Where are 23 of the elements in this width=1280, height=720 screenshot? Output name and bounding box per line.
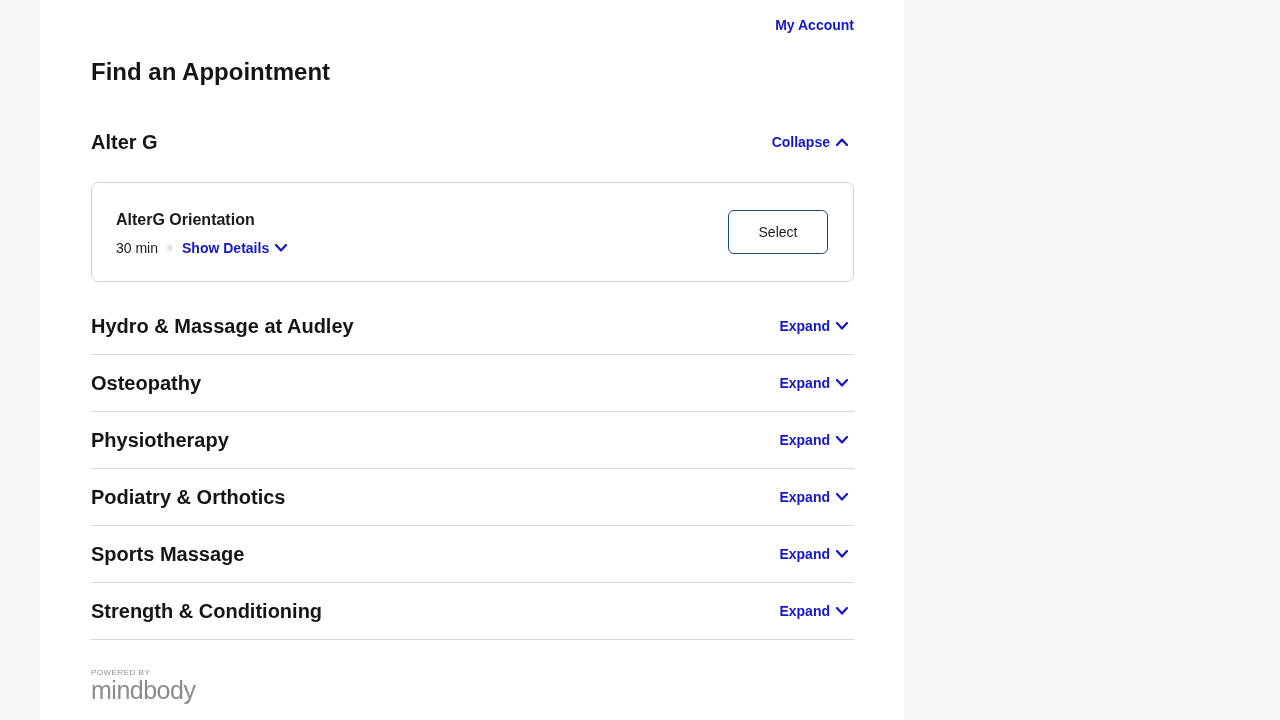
category-heading: Podiatry & Orthotics bbox=[91, 485, 286, 510]
chevron-down-icon bbox=[275, 243, 288, 252]
expand-button[interactable]: Expand bbox=[779, 373, 848, 393]
expand-button[interactable]: Expand bbox=[779, 544, 848, 564]
select-button[interactable]: Select bbox=[728, 210, 828, 254]
category-heading: Hydro & Massage at Audley bbox=[91, 314, 354, 339]
expand-button[interactable]: Expand bbox=[779, 487, 848, 507]
collapse-button[interactable]: Collapse bbox=[771, 132, 848, 152]
duration-text: 30 min bbox=[116, 238, 159, 258]
category-heading: Strength & Conditioning bbox=[91, 599, 323, 624]
powered-by-label: POWERED BY bbox=[91, 668, 151, 677]
category-heading: Alter G bbox=[91, 130, 158, 155]
category-heading: Osteopathy bbox=[91, 371, 202, 396]
mindbody-logo: mindbody bbox=[91, 677, 196, 703]
expand-button[interactable]: Expand bbox=[779, 601, 848, 621]
category-heading: Physiotherapy bbox=[91, 428, 229, 453]
expand-button[interactable]: Expand bbox=[779, 316, 848, 336]
service-name: AlterG Orientation bbox=[116, 209, 256, 230]
page-title: Find an Appointment bbox=[91, 57, 331, 87]
show-details-button[interactable]: Show Details bbox=[182, 237, 288, 258]
category-heading: Sports Massage bbox=[91, 542, 245, 567]
my-account-link[interactable]: My Account bbox=[775, 15, 854, 35]
expand-button[interactable]: Expand bbox=[779, 430, 848, 450]
